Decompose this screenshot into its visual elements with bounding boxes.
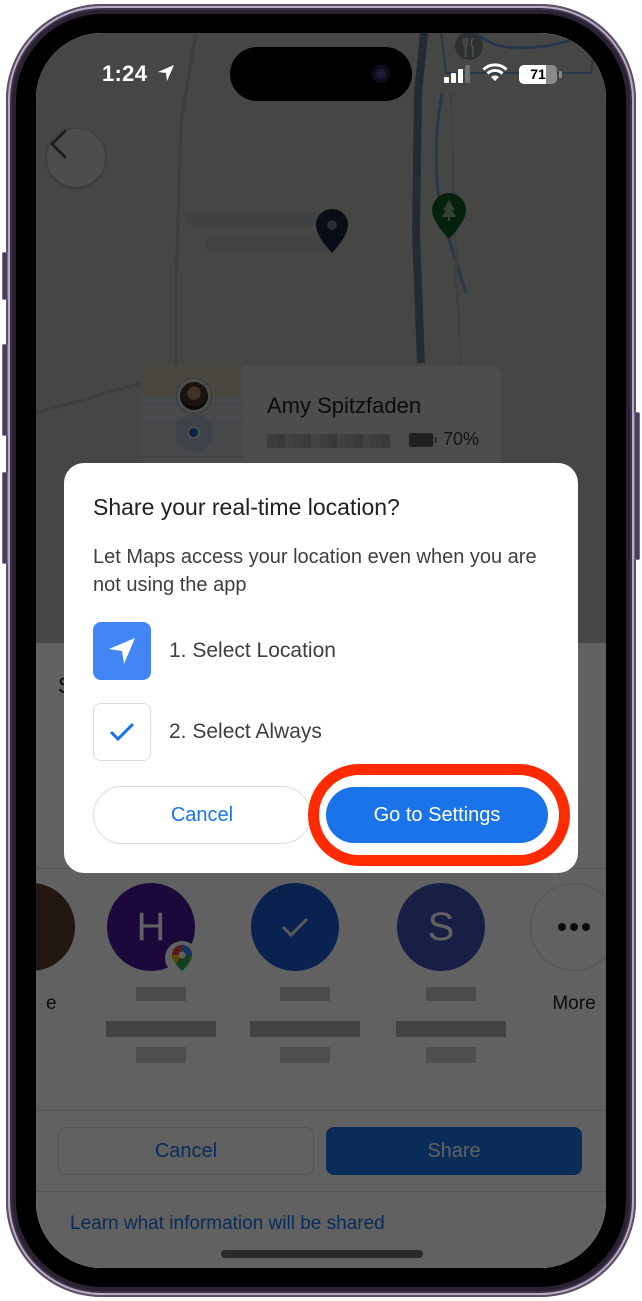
location-arrow-icon: [158, 65, 174, 81]
battery-icon: 71: [519, 65, 557, 84]
status-bar: 1:24 71: [36, 33, 606, 113]
go-to-settings-button[interactable]: Go to Settings: [326, 787, 548, 843]
camera-icon: [372, 65, 390, 83]
checkmark-icon: [93, 703, 151, 761]
step-label: 1. Select Location: [169, 639, 336, 662]
home-indicator[interactable]: [221, 1250, 423, 1258]
volume-up-button: [2, 344, 8, 436]
dialog-title: Share your real-time location?: [93, 494, 400, 520]
screen: Amy Spitzfaden 70% S e H: [36, 33, 606, 1268]
dialog-cancel-button[interactable]: Cancel: [93, 786, 311, 844]
step-select-location: 1. Select Location: [93, 622, 336, 680]
location-permission-dialog: Share your real-time location? Let Maps …: [64, 463, 578, 873]
step-label: 2. Select Always: [169, 720, 322, 743]
location-arrow-icon: [93, 622, 151, 680]
volume-down-button: [2, 472, 8, 564]
wifi-icon: [482, 63, 508, 81]
clock: 1:24: [102, 61, 148, 86]
dialog-body: Let Maps access your location even when …: [93, 546, 537, 596]
cellular-signal-icon: [444, 65, 470, 83]
power-button: [634, 412, 640, 560]
battery-level: 71: [530, 66, 546, 82]
action-button: [2, 252, 8, 300]
dynamic-island: [230, 47, 412, 101]
step-select-always: 2. Select Always: [93, 703, 322, 761]
